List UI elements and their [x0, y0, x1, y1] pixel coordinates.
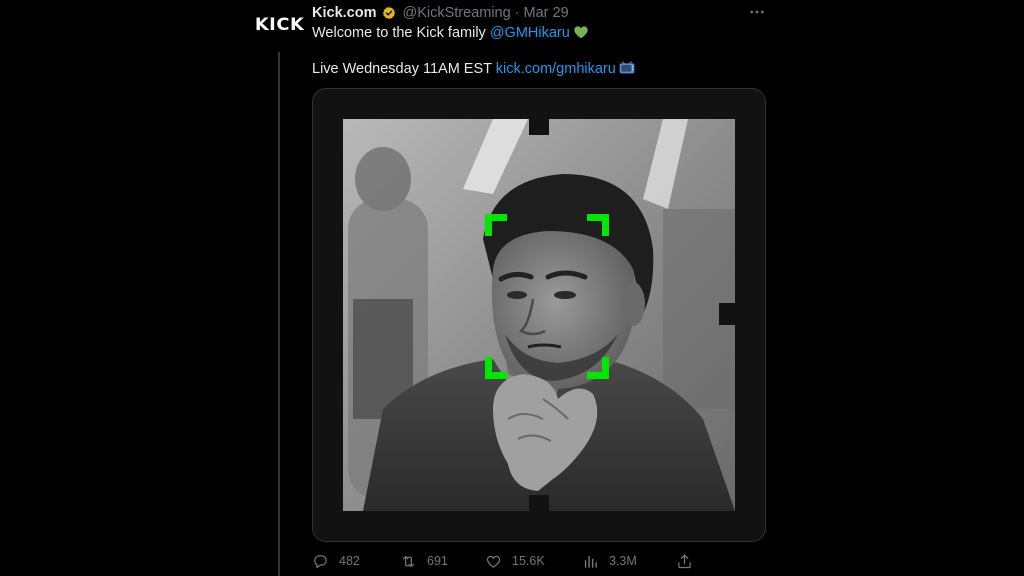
kick-logo: KICK: [255, 15, 305, 35]
tv-emoji: [619, 61, 635, 74]
views-button[interactable]: 3.3M: [582, 553, 637, 570]
portrait-image: [343, 119, 735, 511]
reply-button[interactable]: 482: [312, 553, 360, 570]
like-count: 15.6K: [512, 554, 545, 568]
tweet-text: Live Wednesday 11AM EST: [312, 61, 496, 77]
avatar[interactable]: KICK: [255, 6, 305, 44]
tweet-text-line-2: Live Wednesday 11AM EST kick.com/gmhikar…: [312, 61, 635, 77]
view-count: 3.3M: [609, 554, 637, 568]
mention-link[interactable]: @GMHikaru: [490, 25, 570, 41]
retweet-icon: [402, 555, 415, 567]
like-icon: [486, 555, 501, 568]
frame-notch-bottom: [529, 495, 549, 511]
views-icon: [584, 555, 597, 568]
more-options-button[interactable]: [746, 2, 768, 22]
tweet-container: KICK Kick.com @KickStreaming · Mar 29 We…: [0, 0, 1024, 576]
green-heart-emoji: [574, 26, 588, 39]
tweet-text-line-1: Welcome to the Kick family @GMHikaru: [312, 24, 589, 41]
verified-badge-icon: [383, 6, 396, 20]
timestamp[interactable]: Mar 29: [524, 5, 569, 21]
separator-dot: ·: [514, 5, 520, 21]
tweet-header: Kick.com @KickStreaming · Mar 29: [312, 4, 569, 22]
media-card[interactable]: [312, 88, 766, 542]
frame-notch-top: [529, 119, 549, 135]
retweet-button[interactable]: 691: [400, 553, 448, 570]
reply-icon: [314, 554, 327, 568]
profile-photo[interactable]: [343, 119, 735, 511]
stream-link[interactable]: kick.com/gmhikaru: [496, 61, 616, 77]
share-button[interactable]: [676, 553, 693, 570]
display-name[interactable]: Kick.com: [312, 5, 376, 21]
tweet-text: Welcome to the Kick family: [312, 25, 490, 41]
reply-count: 482: [339, 554, 360, 568]
handle[interactable]: @KickStreaming: [402, 5, 510, 21]
share-icon: [678, 553, 691, 568]
action-bar: 482 691 15.6K 3.3M: [312, 552, 712, 570]
thread-line: [278, 52, 280, 576]
like-button[interactable]: 15.6K: [485, 553, 545, 570]
more-dots-icon: [750, 10, 764, 14]
frame-notch-right: [719, 303, 735, 325]
retweet-count: 691: [427, 554, 448, 568]
